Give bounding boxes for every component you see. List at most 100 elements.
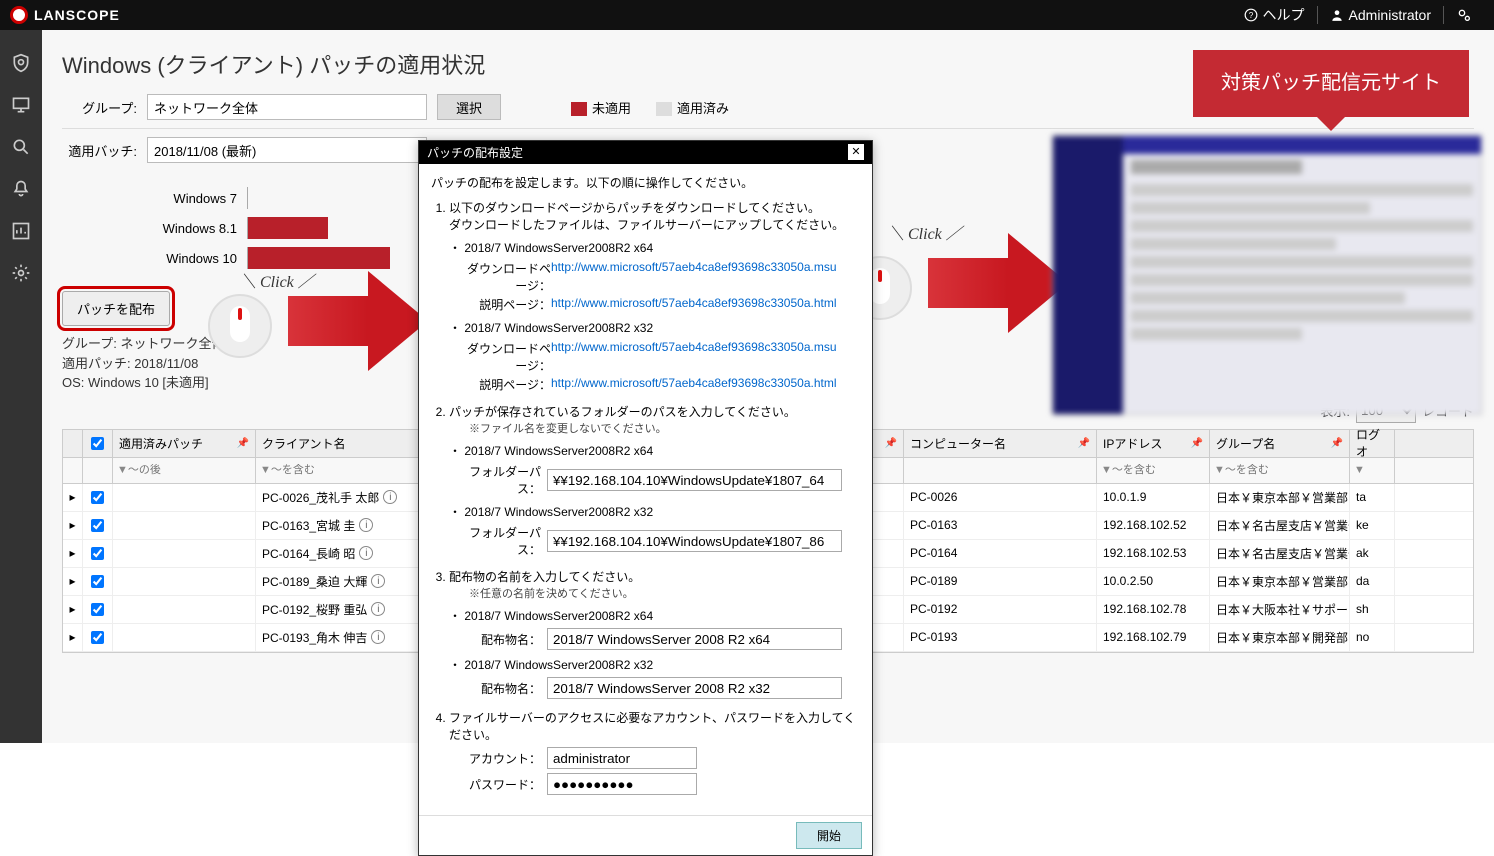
expand-toggle[interactable]: ▸ bbox=[63, 512, 83, 539]
start-button[interactable]: 開始 bbox=[796, 822, 862, 849]
sidebar-gear[interactable] bbox=[10, 262, 32, 284]
dist-name-32[interactable] bbox=[547, 677, 842, 699]
computer-cell: PC-0193 bbox=[904, 624, 1097, 651]
col-ip[interactable]: IPアドレス📌 bbox=[1097, 430, 1210, 457]
modal-step1b: ダウンロードしたファイルは、ファイルサーバーにアップしてください。 bbox=[449, 218, 844, 232]
modal-step1: 以下のダウンロードページからパッチをダウンロードしてください。 bbox=[449, 201, 820, 215]
sidebar-bell[interactable] bbox=[10, 178, 32, 200]
sidebar-search[interactable] bbox=[10, 136, 32, 158]
group-cell: 日本￥東京本部￥営業部 bbox=[1210, 568, 1350, 595]
header-checkbox[interactable] bbox=[91, 437, 104, 450]
desc-link-64[interactable]: http://www.microsoft/57aeb4ca8ef93698c33… bbox=[551, 296, 837, 313]
row-checkbox[interactable] bbox=[91, 491, 104, 504]
info-icon[interactable]: i bbox=[371, 630, 385, 644]
row-checkbox[interactable] bbox=[91, 547, 104, 560]
expand-toggle[interactable]: ▸ bbox=[63, 484, 83, 511]
group-cell: 日本￥東京本部￥営業部 bbox=[1210, 484, 1350, 511]
dist-name-64[interactable] bbox=[547, 628, 842, 650]
modal-intro: パッチの配布を設定します。以下の順に操作してください。 bbox=[431, 174, 860, 191]
settings-link[interactable] bbox=[1456, 7, 1472, 23]
modal-step3-note: ※任意の名前を決めてください。 bbox=[449, 585, 860, 601]
download-link-32[interactable]: http://www.microsoft/57aeb4ca8ef93698c33… bbox=[551, 340, 837, 374]
download-link-64[interactable]: http://www.microsoft/57aeb4ca8ef93698c33… bbox=[551, 260, 837, 294]
ip-cell: 10.0.1.9 bbox=[1097, 484, 1210, 511]
col-patch[interactable]: 適用済みパッチ📌 bbox=[113, 430, 256, 457]
computer-cell: PC-0189 bbox=[904, 568, 1097, 595]
brand-logo-icon bbox=[10, 6, 28, 24]
group-cell: 日本￥名古屋支店￥営業部 bbox=[1210, 512, 1350, 539]
modal-item32: 2018/7 WindowsServer2008R2 x32 bbox=[464, 321, 653, 335]
patch-distribution-modal: パッチの配布設定 ✕ パッチの配布を設定します。以下の順に操作してください。 以下… bbox=[418, 140, 873, 856]
filter-group[interactable] bbox=[1225, 464, 1345, 476]
topbar: LANSCOPE ? ヘルプ Administrator bbox=[0, 0, 1494, 30]
group-cell: 日本￥名古屋支店￥営業部 bbox=[1210, 540, 1350, 567]
help-label: ヘルプ bbox=[1263, 5, 1305, 25]
log-cell: ke bbox=[1350, 512, 1395, 539]
ip-cell: 192.168.102.78 bbox=[1097, 596, 1210, 623]
group-cell: 日本￥東京本部￥開発部 bbox=[1210, 624, 1350, 651]
row-checkbox[interactable] bbox=[91, 519, 104, 532]
row-checkbox[interactable] bbox=[91, 603, 104, 616]
computer-cell: PC-0192 bbox=[904, 596, 1097, 623]
col-log[interactable]: ログオ bbox=[1350, 430, 1395, 457]
distribute-patch-button[interactable]: パッチを配布 bbox=[62, 291, 170, 326]
info-icon[interactable]: i bbox=[371, 574, 385, 588]
help-icon: ? bbox=[1244, 8, 1258, 22]
log-cell: ta bbox=[1350, 484, 1395, 511]
expand-toggle[interactable]: ▸ bbox=[63, 624, 83, 651]
svg-text:?: ? bbox=[1248, 11, 1253, 20]
filter-ip[interactable] bbox=[1112, 464, 1205, 476]
modal-item64: 2018/7 WindowsServer2008R2 x64 bbox=[464, 241, 653, 255]
ip-cell: 192.168.102.52 bbox=[1097, 512, 1210, 539]
info-icon[interactable]: i bbox=[359, 546, 373, 560]
click-hint-1: ＼ Click ／ bbox=[240, 268, 314, 292]
user-menu[interactable]: Administrator bbox=[1330, 7, 1431, 23]
info-icon[interactable]: i bbox=[359, 518, 373, 532]
group-cell: 日本￥大阪本社￥サポート部 bbox=[1210, 596, 1350, 623]
patch-label: 適用バッチ: bbox=[62, 141, 137, 160]
expand-toggle[interactable]: ▸ bbox=[63, 540, 83, 567]
col-group[interactable]: グループ名📌 bbox=[1210, 430, 1350, 457]
info-icon[interactable]: i bbox=[371, 602, 385, 616]
group-input[interactable] bbox=[147, 94, 427, 120]
folder-path-64[interactable] bbox=[547, 469, 842, 491]
computer-cell: PC-0026 bbox=[904, 484, 1097, 511]
user-name: Administrator bbox=[1349, 7, 1431, 23]
sidebar-shield[interactable] bbox=[10, 52, 32, 74]
sidebar-chart[interactable] bbox=[10, 220, 32, 242]
callout-banner: 対策パッチ配信元サイト bbox=[1193, 50, 1469, 117]
filter-patch[interactable] bbox=[128, 464, 251, 476]
password-input[interactable] bbox=[547, 773, 697, 795]
ip-cell: 10.0.2.50 bbox=[1097, 568, 1210, 595]
brand: LANSCOPE bbox=[10, 6, 120, 24]
gears-icon bbox=[1456, 7, 1472, 23]
col-computer[interactable]: コンピューター名📌 bbox=[904, 430, 1097, 457]
group-label: グループ: bbox=[62, 98, 137, 117]
patch-input[interactable] bbox=[147, 137, 427, 163]
row-checkbox[interactable] bbox=[91, 631, 104, 644]
bar-label-2: Windows 10 bbox=[62, 251, 247, 266]
account-input[interactable] bbox=[547, 747, 697, 769]
desc-link-32[interactable]: http://www.microsoft/57aeb4ca8ef93698c33… bbox=[551, 376, 837, 393]
modal-step2-note: ※ファイル名を変更しないでください。 bbox=[449, 420, 860, 436]
row-checkbox[interactable] bbox=[91, 575, 104, 588]
modal-close-button[interactable]: ✕ bbox=[848, 144, 864, 160]
folder-path-32[interactable] bbox=[547, 530, 842, 552]
brand-name: LANSCOPE bbox=[34, 7, 120, 23]
select-group-button[interactable]: 選択 bbox=[437, 94, 501, 120]
modal-step4: ファイルサーバーのアクセスに必要なアカウント、パスワードを入力してください。 bbox=[449, 711, 855, 742]
modal-title: パッチの配布設定 bbox=[427, 144, 523, 161]
help-link[interactable]: ? ヘルプ bbox=[1244, 5, 1305, 25]
legend-applied: 適用済み bbox=[656, 98, 729, 117]
info-icon[interactable]: i bbox=[383, 490, 397, 504]
log-cell: no bbox=[1350, 624, 1395, 651]
expand-toggle[interactable]: ▸ bbox=[63, 568, 83, 595]
modal-step2: パッチが保存されているフォルダーのパスを入力してください。 bbox=[449, 405, 796, 419]
log-cell: ak bbox=[1350, 540, 1395, 567]
click-hint-2: ＼ Click ／ bbox=[888, 220, 962, 244]
expand-toggle[interactable]: ▸ bbox=[63, 596, 83, 623]
ip-cell: 192.168.102.79 bbox=[1097, 624, 1210, 651]
sidebar-monitor[interactable] bbox=[10, 94, 32, 116]
log-cell: sh bbox=[1350, 596, 1395, 623]
computer-cell: PC-0163 bbox=[904, 512, 1097, 539]
